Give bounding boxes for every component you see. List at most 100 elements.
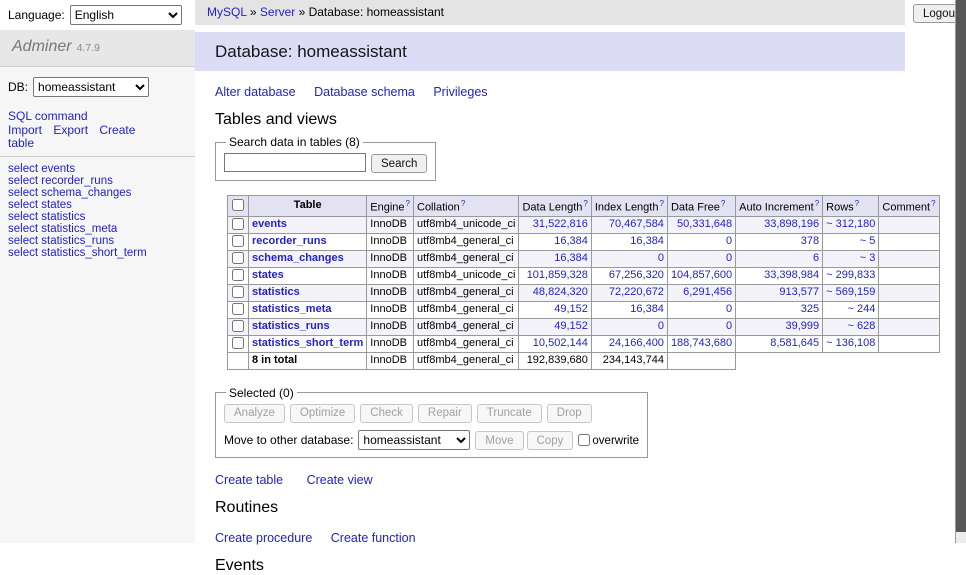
overwrite-checkbox[interactable] <box>578 434 590 446</box>
data-length-link-recorder-runs[interactable]: 16,384 <box>554 235 588 247</box>
row-checkbox-statistics-short-term[interactable] <box>232 337 244 349</box>
auto-increment-link-statistics-meta[interactable]: 325 <box>801 303 819 315</box>
select-link-statistics-runs[interactable]: select <box>8 235 38 247</box>
row-checkbox-recorder-runs[interactable] <box>232 235 244 247</box>
data-free-link-statistics-short-term[interactable]: 188,743,680 <box>671 337 732 349</box>
search-input[interactable] <box>224 153 366 172</box>
row-checkbox-statistics-runs[interactable] <box>232 320 244 332</box>
row-checkbox-states[interactable] <box>232 269 244 281</box>
data-free-link-schema-changes[interactable]: 0 <box>726 252 732 264</box>
help-icon[interactable]: ? <box>855 199 859 208</box>
drop-button[interactable]: Drop <box>547 404 592 423</box>
index-length-link-statistics[interactable]: 72,220,672 <box>609 286 664 298</box>
select-link-events[interactable]: select <box>8 163 38 175</box>
link-export[interactable]: Export <box>53 123 88 137</box>
table-nav-link-states[interactable]: states <box>41 199 72 211</box>
table-nav-link-statistics-short-term[interactable]: statistics_short_term <box>41 247 146 259</box>
table-link-recorder-runs[interactable]: recorder_runs <box>252 235 327 247</box>
move-db-select[interactable]: homeassistant <box>358 430 470 450</box>
auto-increment-link-schema-changes[interactable]: 6 <box>813 252 819 264</box>
app-logo[interactable]: Adminer <box>12 38 72 55</box>
data-length-link-statistics-runs[interactable]: 49,152 <box>554 320 588 332</box>
table-nav-link-events[interactable]: events <box>41 163 75 175</box>
table-nav-link-statistics-runs[interactable]: statistics_runs <box>41 235 114 247</box>
rows-link-statistics-runs[interactable]: ~ 628 <box>848 320 876 332</box>
select-link-statistics-meta[interactable]: select <box>8 223 38 235</box>
help-icon[interactable]: ? <box>931 199 935 208</box>
row-checkbox-schema-changes[interactable] <box>232 252 244 264</box>
link-privileges[interactable]: Privileges <box>433 85 487 99</box>
table-link-events[interactable]: events <box>252 218 287 230</box>
index-length-link-events[interactable]: 70,467,584 <box>609 218 664 230</box>
rows-link-statistics-short-term[interactable]: ~ 136,108 <box>826 337 875 349</box>
index-length-link-schema-changes[interactable]: 0 <box>658 252 664 264</box>
table-nav-link-recorder-runs[interactable]: recorder_runs <box>41 175 113 187</box>
rows-link-states[interactable]: ~ 299,833 <box>826 269 875 281</box>
check-all-checkbox[interactable] <box>232 199 244 211</box>
check-button[interactable]: Check <box>360 404 413 423</box>
table-nav-link-schema-changes[interactable]: schema_changes <box>41 187 131 199</box>
index-length-link-recorder-runs[interactable]: 16,384 <box>630 235 664 247</box>
auto-increment-link-states[interactable]: 33,398,984 <box>764 269 819 281</box>
link-create-view[interactable]: Create view <box>307 473 373 487</box>
table-link-states[interactable]: states <box>252 269 284 281</box>
data-free-link-statistics-meta[interactable]: 0 <box>726 303 732 315</box>
data-length-link-statistics[interactable]: 48,824,320 <box>533 286 588 298</box>
rows-link-statistics[interactable]: ~ 569,159 <box>826 286 875 298</box>
search-button[interactable]: Search <box>371 154 427 173</box>
rows-link-recorder-runs[interactable]: ~ 5 <box>860 235 876 247</box>
data-free-link-statistics-runs[interactable]: 0 <box>726 320 732 332</box>
index-length-link-states[interactable]: 67,256,320 <box>609 269 664 281</box>
help-icon[interactable]: ? <box>815 199 819 208</box>
auto-increment-link-statistics-runs[interactable]: 39,999 <box>786 320 820 332</box>
breadcrumb-link-mysql[interactable]: MySQL <box>207 5 247 19</box>
table-nav-link-statistics[interactable]: statistics <box>41 211 85 223</box>
data-free-link-states[interactable]: 104,857,600 <box>671 269 732 281</box>
data-length-link-statistics-short-term[interactable]: 10,502,144 <box>533 337 588 349</box>
help-icon[interactable]: ? <box>461 199 465 208</box>
select-link-recorder-runs[interactable]: select <box>8 175 38 187</box>
index-length-link-statistics-short-term[interactable]: 24,166,400 <box>609 337 664 349</box>
db-select[interactable]: homeassistant <box>33 77 149 97</box>
data-free-link-statistics[interactable]: 6,291,456 <box>683 286 732 298</box>
help-icon[interactable]: ? <box>721 199 725 208</box>
link-create-table[interactable]: Create table <box>215 473 283 487</box>
data-length-link-statistics-meta[interactable]: 49,152 <box>554 303 588 315</box>
help-icon[interactable]: ? <box>583 199 587 208</box>
table-link-schema-changes[interactable]: schema_changes <box>252 252 344 264</box>
table-link-statistics[interactable]: statistics <box>252 286 300 298</box>
scrollbar-thumb[interactable] <box>956 0 966 532</box>
link-sql-command[interactable]: SQL command <box>8 109 88 123</box>
row-checkbox-events[interactable] <box>232 218 244 230</box>
link-import[interactable]: Import <box>8 123 42 137</box>
table-link-statistics-meta[interactable]: statistics_meta <box>252 303 332 315</box>
table-link-statistics-runs[interactable]: statistics_runs <box>252 320 330 332</box>
breadcrumb-link-server[interactable]: Server <box>260 5 295 19</box>
analyze-button[interactable]: Analyze <box>224 404 285 423</box>
link-create-function[interactable]: Create function <box>331 531 416 545</box>
auto-increment-link-statistics[interactable]: 913,577 <box>779 286 819 298</box>
row-checkbox-statistics-meta[interactable] <box>232 303 244 315</box>
help-icon[interactable]: ? <box>659 199 663 208</box>
rows-link-statistics-meta[interactable]: ~ 244 <box>848 303 876 315</box>
data-free-link-events[interactable]: 50,331,648 <box>677 218 732 230</box>
table-link-statistics-short-term[interactable]: statistics_short_term <box>252 337 363 349</box>
select-link-statistics-short-term[interactable]: select <box>8 247 38 259</box>
table-nav-link-statistics-meta[interactable]: statistics_meta <box>41 223 117 235</box>
select-link-statistics[interactable]: select <box>8 211 38 223</box>
move-button[interactable]: Move <box>475 431 523 450</box>
scrollbar[interactable] <box>955 0 966 543</box>
rows-link-events[interactable]: ~ 312,180 <box>826 218 875 230</box>
data-length-link-events[interactable]: 31,522,816 <box>533 218 588 230</box>
language-select[interactable]: English <box>70 5 182 25</box>
auto-increment-link-statistics-short-term[interactable]: 8,581,645 <box>770 337 819 349</box>
row-checkbox-statistics[interactable] <box>232 286 244 298</box>
optimize-button[interactable]: Optimize <box>290 404 355 423</box>
copy-button[interactable]: Copy <box>527 431 574 450</box>
select-link-schema-changes[interactable]: select <box>8 187 38 199</box>
truncate-button[interactable]: Truncate <box>477 404 542 423</box>
link-database-schema[interactable]: Database schema <box>314 85 415 99</box>
auto-increment-link-events[interactable]: 33,898,196 <box>764 218 819 230</box>
data-length-link-schema-changes[interactable]: 16,384 <box>554 252 588 264</box>
select-link-states[interactable]: select <box>8 199 38 211</box>
